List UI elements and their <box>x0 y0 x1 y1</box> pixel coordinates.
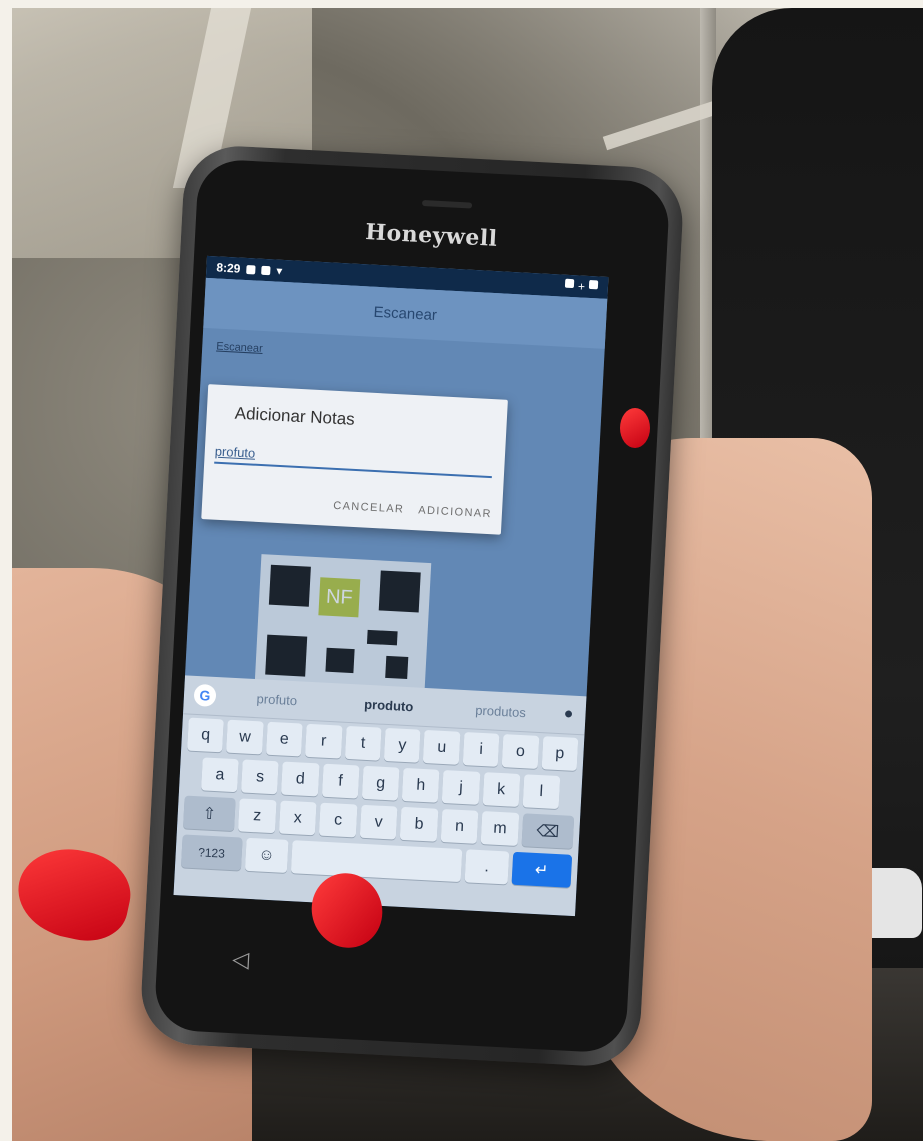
dialog-title: Adicionar Notas <box>234 403 356 429</box>
signal-status-icon: + <box>577 279 586 294</box>
suggestion-1[interactable]: profuto <box>226 689 329 709</box>
battery-icon <box>588 279 599 290</box>
key-h[interactable]: h <box>401 767 440 803</box>
suggestion-2[interactable]: produto <box>337 695 440 715</box>
enter-icon[interactable]: ↵ <box>511 851 573 888</box>
key-q[interactable]: q <box>187 717 225 753</box>
dialog-actions: CANCELAR ADICIONAR <box>333 498 492 522</box>
scan-status-icon <box>564 278 575 289</box>
key-m[interactable]: m <box>480 811 520 846</box>
suggestion-3[interactable]: produtos <box>449 701 552 721</box>
key-u[interactable]: u <box>423 729 461 765</box>
shift-icon[interactable]: ⇧ <box>183 795 236 832</box>
key-r[interactable]: r <box>305 723 343 759</box>
add-notes-dialog: Adicionar Notas CANCELAR ADICIONAR <box>201 384 508 535</box>
key-g[interactable]: g <box>361 765 400 801</box>
settings-status-icon <box>246 264 256 274</box>
finger-nail <box>620 408 650 448</box>
soft-keyboard: G profuto produto produtos ● q w e r t y… <box>173 675 587 917</box>
wifi-status-icon: ▾ <box>276 263 283 278</box>
key-k[interactable]: k <box>482 772 521 807</box>
key-t[interactable]: t <box>344 725 382 761</box>
add-button[interactable]: ADICIONAR <box>418 502 492 522</box>
backspace-icon[interactable]: ⌫ <box>521 813 575 849</box>
mic-icon[interactable]: ● <box>561 704 576 725</box>
key-n[interactable]: n <box>440 808 479 844</box>
photo-scene: Honeywell ◁ 8:29 ▾ + Escanear Escanear N… <box>12 8 923 1141</box>
key-p[interactable]: p <box>541 736 579 771</box>
key-e[interactable]: e <box>265 721 303 757</box>
key-c[interactable]: c <box>319 802 358 838</box>
nav-back-icon[interactable]: ◁ <box>232 946 250 973</box>
device-speaker <box>421 199 473 209</box>
key-z[interactable]: z <box>238 798 277 834</box>
space-bar[interactable] <box>290 840 463 883</box>
notes-input[interactable] <box>214 439 494 479</box>
key-i[interactable]: i <box>462 732 500 767</box>
key-v[interactable]: v <box>359 804 398 840</box>
emoji-icon[interactable]: ☺ <box>244 837 289 873</box>
key-l[interactable]: l <box>522 774 561 810</box>
key-w[interactable]: w <box>226 719 264 755</box>
key-d[interactable]: d <box>281 761 320 797</box>
symbols-key[interactable]: ?123 <box>180 834 243 871</box>
device-brand-logo: Honeywell <box>364 219 499 252</box>
key-j[interactable]: j <box>442 770 480 805</box>
google-icon[interactable]: G <box>193 683 217 707</box>
period-key[interactable]: . <box>464 849 509 885</box>
device-screen: 8:29 ▾ + Escanear Escanear NF Adicionar … <box>173 255 609 917</box>
key-a[interactable]: a <box>201 757 239 793</box>
cancel-button[interactable]: CANCELAR <box>333 498 405 518</box>
key-s[interactable]: s <box>241 759 280 795</box>
key-f[interactable]: f <box>321 763 360 799</box>
key-b[interactable]: b <box>399 806 439 842</box>
key-y[interactable]: y <box>383 727 421 763</box>
key-o[interactable]: o <box>501 734 540 769</box>
status-time: 8:29 <box>216 260 241 276</box>
key-x[interactable]: x <box>278 800 317 836</box>
notification-status-icon <box>261 265 271 275</box>
